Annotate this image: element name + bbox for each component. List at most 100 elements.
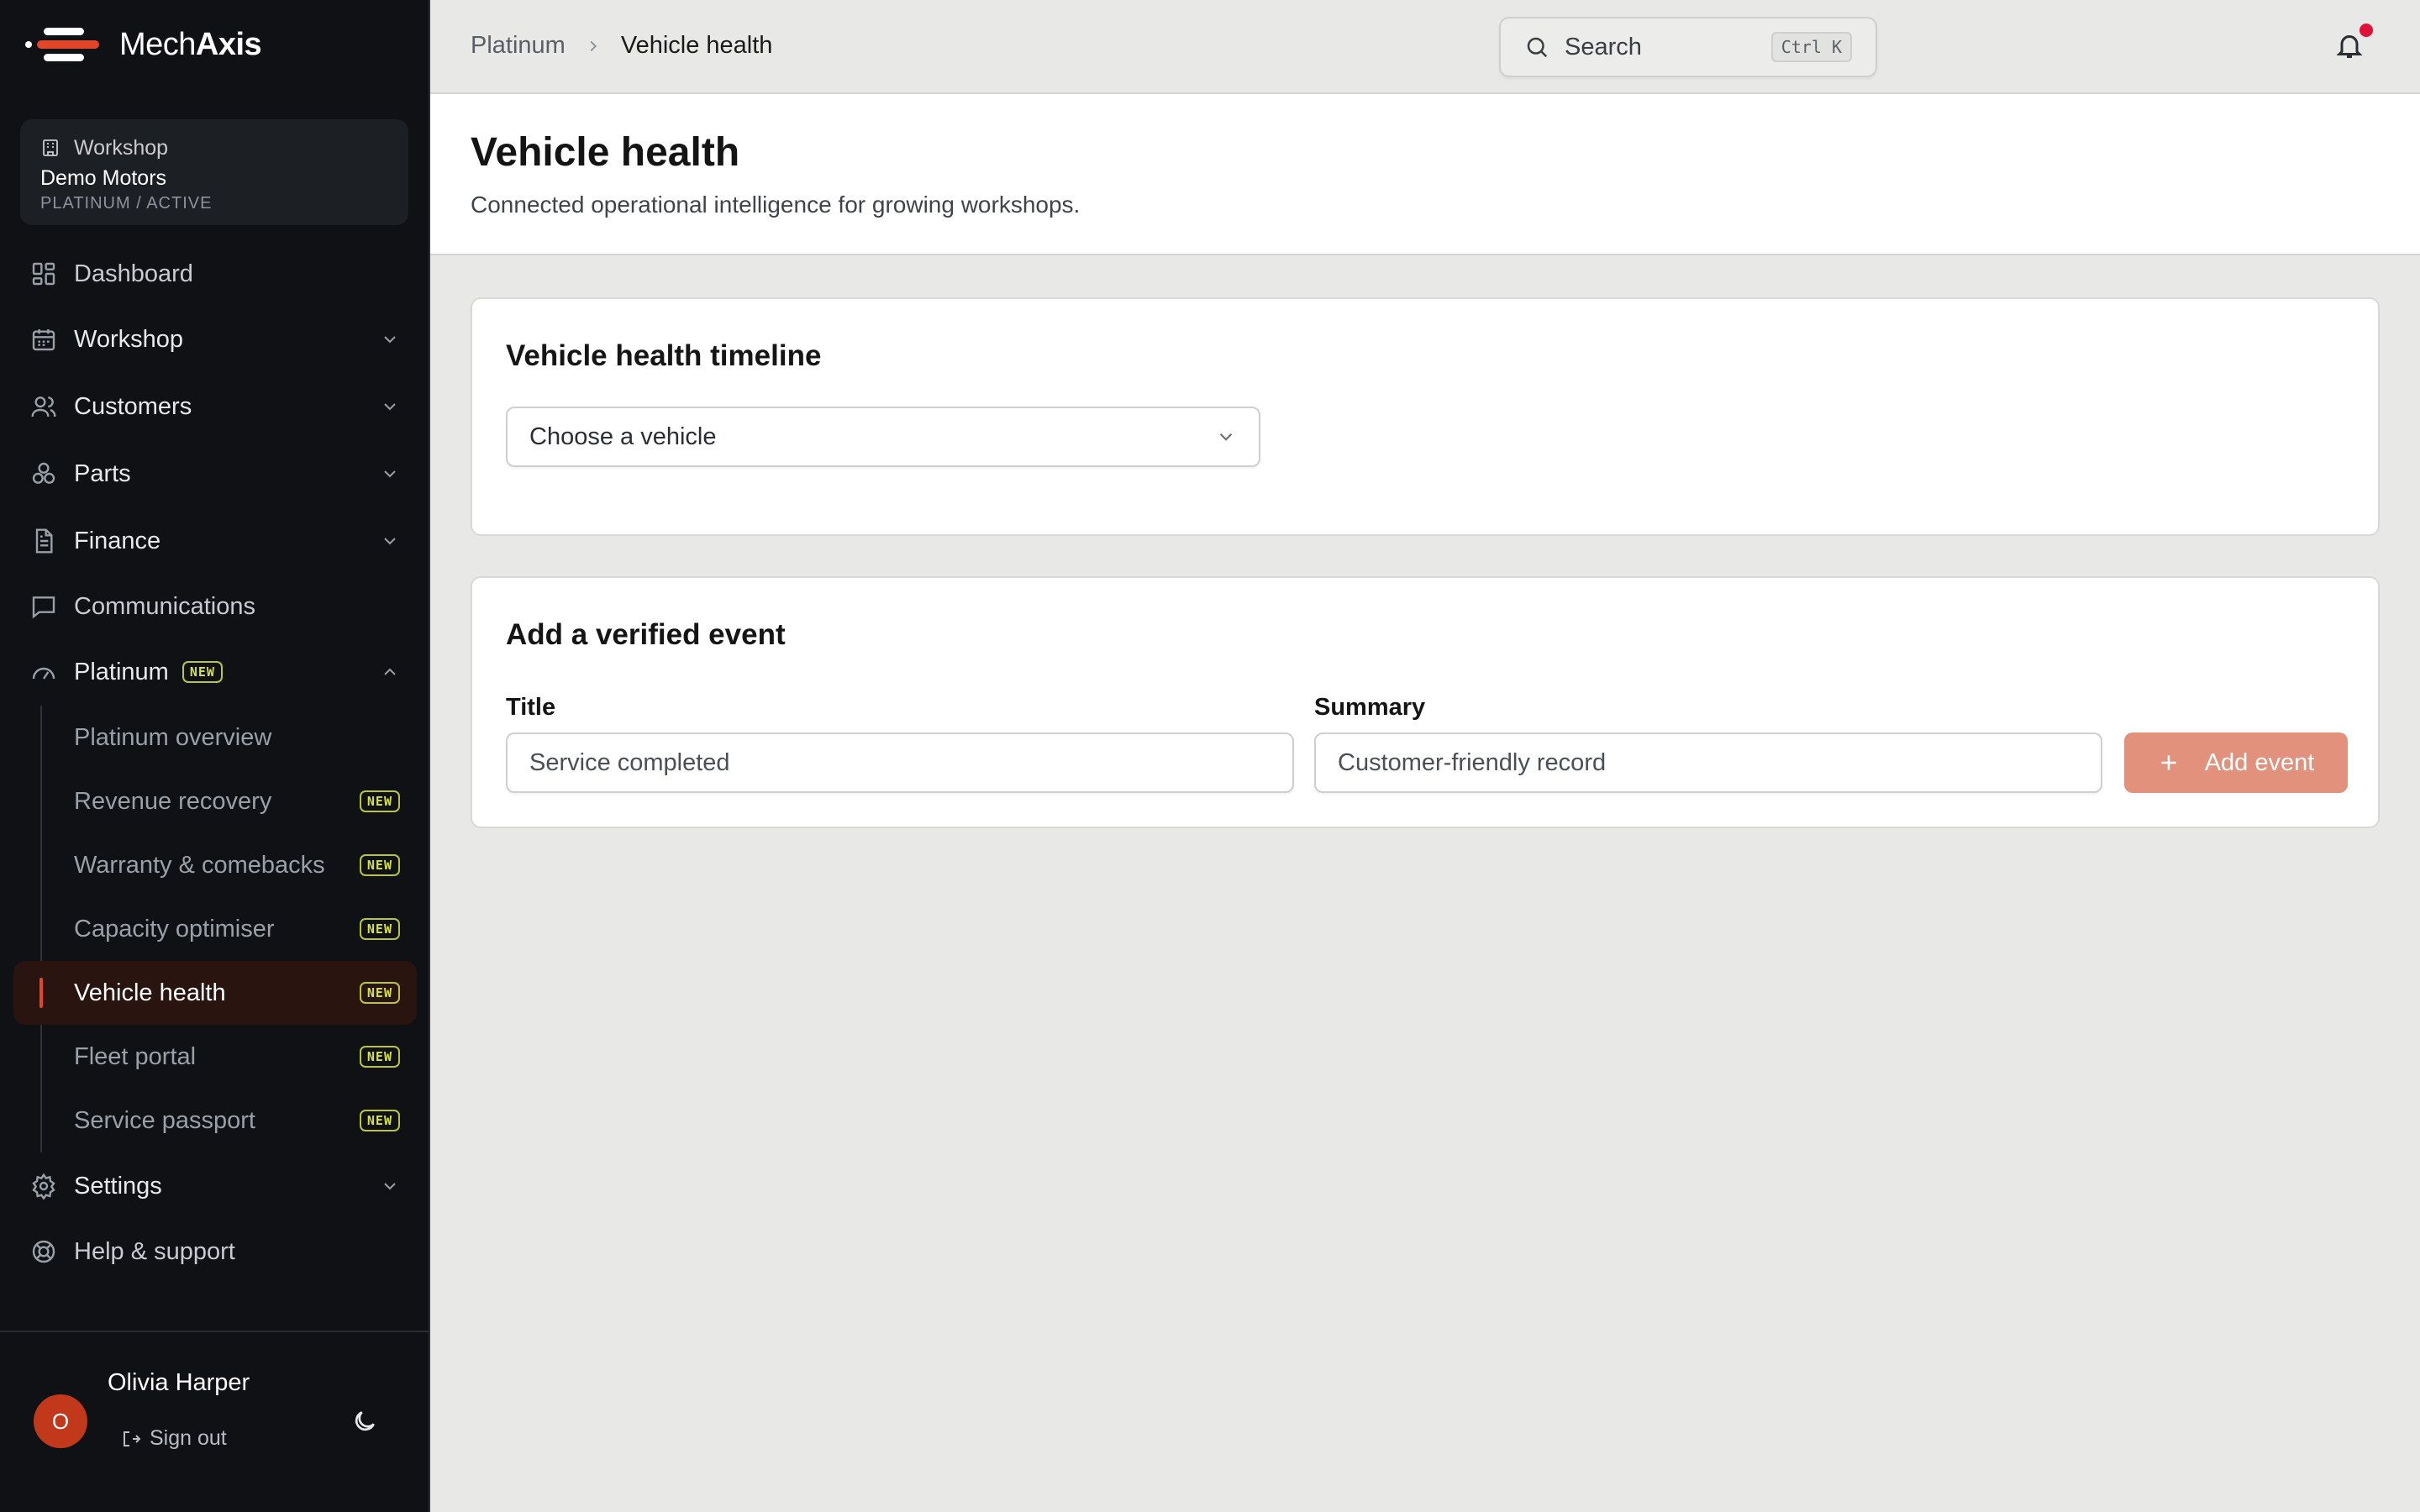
bell-icon[interactable] [2334, 30, 2365, 60]
chat-icon [32, 596, 55, 619]
workspace-label: Workshop [74, 135, 169, 160]
sidebar-subitem-fleet-portal[interactable]: Fleet portal NEW [13, 1025, 417, 1089]
users-icon [31, 396, 56, 417]
sidebar-subitem-label: Vehicle health [74, 979, 226, 1006]
sidebar-item-finance[interactable]: Finance [13, 507, 417, 575]
new-badge: NEW [359, 854, 400, 876]
sidebar-item-label: Customers [74, 392, 192, 420]
vehicle-select[interactable]: Choose a vehicle [506, 407, 1260, 467]
parts-icon [32, 462, 55, 484]
sidebar-item-parts[interactable]: Parts [13, 440, 417, 507]
chevron-down-icon [384, 538, 396, 545]
breadcrumb: Platinum Vehicle health [471, 32, 772, 60]
user-name: Olivia Harper [108, 1369, 250, 1396]
brand[interactable]: MechAxis [25, 24, 262, 66]
gear-icon [32, 1173, 55, 1200]
sidebar-item-label: Communications [74, 592, 255, 620]
sidebar-subitem-label: Warranty & comebacks [74, 851, 325, 879]
chevron-right-icon [590, 40, 597, 51]
workspace-switcher[interactable]: Workshop Demo Motors PLATINUM / ACTIVE [20, 119, 408, 225]
notification-dot [2360, 24, 2373, 37]
sidebar-subitem-label: Fleet portal [74, 1042, 197, 1070]
sidebar-item-workshop[interactable]: Workshop [13, 306, 417, 373]
chevron-down-icon [384, 336, 396, 344]
sidebar-subitem-label: Capacity optimiser [74, 915, 275, 942]
sidebar-item-customers[interactable]: Customers [13, 373, 417, 440]
add-event-card: Add a verified event Title Service compl… [471, 576, 2380, 828]
new-badge: NEW [359, 918, 400, 940]
sidebar-subitem-label: Platinum overview [74, 723, 272, 751]
sign-out-icon [124, 1431, 141, 1446]
sidebar-item-label: Settings [74, 1172, 162, 1200]
gauge-icon [32, 667, 55, 680]
sidebar-item-settings[interactable]: Settings [13, 1152, 417, 1220]
document-icon [35, 528, 53, 554]
page-title: Vehicle health [471, 130, 740, 175]
sidebar-subitem-vehicle-health[interactable]: Vehicle health NEW [13, 961, 417, 1025]
breadcrumb-current: Vehicle health [620, 32, 773, 59]
timeline-card-title: Vehicle health timeline [506, 339, 822, 372]
avatar[interactable]: O [34, 1394, 87, 1448]
chevron-down-icon [384, 470, 396, 478]
new-badge: NEW [359, 1046, 400, 1068]
calendar-icon [32, 329, 55, 351]
page-subtitle: Connected operational intelligence for g… [471, 192, 1081, 218]
sidebar-subitem-label: Revenue recovery [74, 787, 272, 815]
add-event-button[interactable]: Add event [2124, 732, 2348, 793]
title-field-placeholder: Service completed [529, 748, 730, 776]
sidebar-item-label: Finance [74, 527, 161, 554]
user-panel: O Olivia Harper Sign out [0, 1331, 429, 1512]
brand-name: MechAxis [119, 26, 262, 62]
search-input[interactable]: Search Ctrl K [1499, 17, 1877, 77]
sidebar-item-label: Help & support [74, 1237, 235, 1265]
sidebar-item-help[interactable]: Help & support [13, 1220, 417, 1284]
chevron-down-icon [384, 403, 396, 411]
sidebar-nav: Dashboard Workshop Customers Parts Finan… [13, 242, 417, 1284]
new-badge: NEW [182, 661, 223, 683]
moon-icon[interactable] [351, 1408, 378, 1435]
add-event-label: Add event [2204, 748, 2315, 776]
sidebar-item-label: Platinum [74, 658, 169, 685]
sidebar-item-label: Parts [74, 459, 131, 487]
title-field-label: Title [506, 694, 556, 721]
new-badge: NEW [359, 1110, 400, 1131]
chevron-down-icon [384, 1183, 396, 1190]
top-bar: Platinum Vehicle health [430, 0, 2420, 94]
sidebar-subitem-capacity-optimiser[interactable]: Capacity optimiser NEW [13, 897, 417, 961]
breadcrumb-parent[interactable]: Platinum [471, 32, 566, 60]
sign-out-label: Sign out [150, 1426, 227, 1450]
vehicle-select-value: Choose a vehicle [529, 423, 717, 450]
plus-icon [2161, 755, 2176, 770]
chevron-up-icon [384, 668, 396, 675]
sidebar-item-platinum[interactable]: Platinum NEW [13, 638, 417, 706]
sidebar-item-dashboard[interactable]: Dashboard [13, 242, 417, 306]
search-icon [1527, 37, 1548, 58]
title-field[interactable]: Service completed [506, 732, 1294, 793]
timeline-card: Vehicle health timeline Choose a vehicle [471, 297, 2380, 536]
sidebar-item-label: Workshop [74, 325, 184, 353]
workspace-plan: PLATINUM / ACTIVE [40, 194, 213, 213]
new-badge: NEW [359, 982, 400, 1004]
lifebuoy-icon [32, 1240, 55, 1263]
sidebar-subitem-revenue-recovery[interactable]: Revenue recovery NEW [13, 769, 417, 833]
chevron-down-icon [1219, 433, 1233, 441]
page-header: Vehicle health Connected operational int… [430, 94, 2420, 255]
sidebar-subitem-platinum-overview[interactable]: Platinum overview [13, 706, 417, 769]
sidebar-item-communications[interactable]: Communications [13, 575, 417, 638]
sidebar: MechAxis Workshop Demo Motors PLATINUM /… [0, 0, 430, 1512]
summary-field[interactable]: Customer-friendly record [1314, 732, 2102, 793]
sign-out-button[interactable]: Sign out [121, 1426, 227, 1451]
building-icon [43, 139, 58, 156]
sidebar-subitem-label: Service passport [74, 1106, 255, 1134]
sidebar-subitem-warranty-comebacks[interactable]: Warranty & comebacks NEW [13, 833, 417, 897]
dashboard-icon [32, 262, 55, 286]
sidebar-item-label: Dashboard [74, 260, 193, 287]
new-badge: NEW [359, 790, 400, 812]
search-shortcut: Ctrl K [1770, 32, 1852, 62]
summary-field-label: Summary [1314, 694, 1426, 721]
mechaxis-logo-icon [25, 28, 99, 61]
search-placeholder: Search [1565, 33, 1642, 60]
add-event-card-title: Add a verified event [506, 618, 786, 651]
summary-field-placeholder: Customer-friendly record [1338, 748, 1607, 776]
sidebar-subitem-service-passport[interactable]: Service passport NEW [13, 1089, 417, 1152]
